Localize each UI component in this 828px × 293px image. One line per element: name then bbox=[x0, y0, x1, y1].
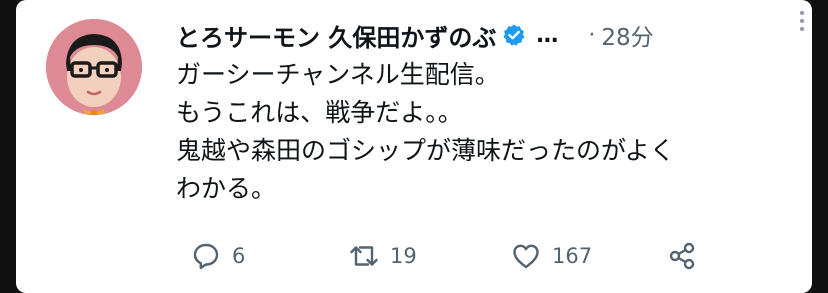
tweet-text-line: もうこれは、戦争だよ。。 bbox=[176, 98, 463, 127]
display-name[interactable]: とろサーモン 久保田かずのぶ bbox=[176, 18, 496, 53]
share-icon bbox=[669, 242, 695, 270]
avatar-illustration bbox=[46, 19, 142, 115]
reply-icon bbox=[193, 243, 219, 270]
separator-dot: · bbox=[588, 22, 596, 48]
heart-icon bbox=[513, 244, 539, 269]
retweet-button[interactable]: 19 bbox=[348, 236, 417, 276]
tweet-text-line: ガーシーチャンネル生配信。 bbox=[176, 60, 500, 89]
verified-badge-icon bbox=[502, 23, 526, 47]
action-bar: 6 19 167 bbox=[176, 236, 796, 276]
more-vertical-icon[interactable] bbox=[794, 8, 810, 34]
avatar[interactable] bbox=[46, 19, 142, 115]
tweet-text: ガーシーチャンネル生配信。 もうこれは、戦争だよ。。 鬼越や森田のゴシップが薄味… bbox=[176, 56, 796, 208]
timestamp[interactable]: 28分 bbox=[601, 18, 653, 52]
tweet-text-line: わかる。 bbox=[176, 174, 277, 203]
name-ellipsis: … bbox=[536, 22, 559, 48]
share-button[interactable] bbox=[666, 236, 698, 276]
tweet-text-line: 鬼越や森田のゴシップが薄味だったのがよく bbox=[176, 136, 675, 165]
tweet-card[interactable]: とろサーモン 久保田かずのぶ … · 28分 ガーシーチャンネル生配信。 もうこ… bbox=[16, 0, 812, 293]
like-button[interactable]: 167 bbox=[510, 236, 592, 276]
like-count: 167 bbox=[552, 244, 593, 268]
reply-count: 6 bbox=[232, 244, 246, 268]
tweet-header: とろサーモン 久保田かずのぶ … · 28分 bbox=[176, 15, 796, 55]
reply-button[interactable]: 6 bbox=[190, 236, 245, 276]
retweet-count: 19 bbox=[390, 244, 417, 268]
retweet-icon bbox=[350, 246, 378, 266]
